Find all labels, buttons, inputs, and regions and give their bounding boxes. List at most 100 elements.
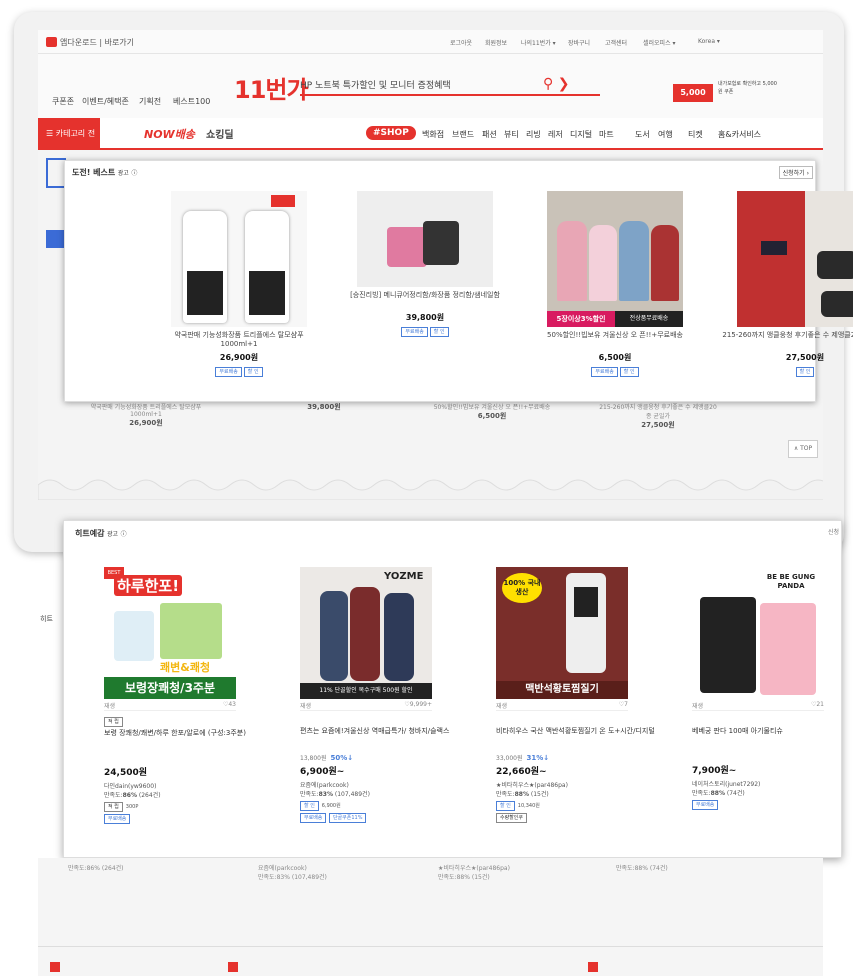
product-price: 26,900원 (219, 353, 259, 362)
controller-display (574, 587, 598, 617)
logout-link[interactable]: 로그아웃 (450, 38, 472, 47)
like-count[interactable]: ♡7 (619, 701, 628, 710)
nav-item[interactable]: 마트 (599, 129, 614, 140)
product-name[interactable]: 약국판매 기능성화장품 트리플에스 탈모샴푸1000ml+1 (159, 331, 319, 349)
coupon-badge[interactable]: 5,000 (673, 84, 713, 102)
seller-name[interactable]: 다인dain(yw9600) (104, 783, 156, 790)
now-delivery-link[interactable]: NOW배송 (144, 126, 195, 142)
free-shipping-tag: 무료배송 (591, 367, 618, 377)
product-name[interactable]: 비타히우스 국산 맥반석황토찜질기 온 도+시간/디지털 (496, 727, 656, 745)
product-name[interactable]: [승진리빙] 메니큐어정리함/화장품 정리함/샘네일함 (345, 291, 505, 309)
nav-item[interactable]: 레저 (548, 129, 563, 140)
nav-item[interactable]: 백화점 (422, 129, 444, 140)
product-card[interactable]: YOZME 11% 단골할인 복수구매 500원 할인 재생 ♡9,999+ 편츠… (300, 567, 460, 823)
info-icon[interactable]: ⓘ (121, 531, 127, 538)
product-name[interactable]: 보령 장쾌청/쾌변/하루 한포/알로에 (구성:3주분) (104, 729, 264, 747)
search-icon[interactable]: ⚲ ❯ (543, 76, 569, 92)
product-image[interactable]: BEST 하루한포! 쾌변&쾌청 보령장쾌청/3주분 (104, 567, 236, 699)
nav-item[interactable]: 뷰티 (504, 129, 519, 140)
nav-item[interactable]: 티켓 (688, 129, 703, 140)
original-price: 13,800원 (300, 755, 327, 762)
like-count[interactable]: ♡21 (811, 701, 824, 710)
view-label: 재생 (104, 703, 116, 710)
quick-best100[interactable]: 베스트100 (173, 96, 210, 107)
cart-link[interactable]: 장바구니 (568, 38, 590, 47)
divider (38, 946, 823, 947)
category-all-button[interactable]: ☰ 카테고리 전체 (38, 118, 100, 170)
info-icon[interactable]: ⓘ (131, 170, 137, 177)
red-marker-icon (228, 962, 238, 972)
satisfaction-value: 88% (710, 790, 725, 797)
review-count: (74건) (726, 790, 745, 797)
quick-plan[interactable]: 기획전 (139, 96, 161, 107)
cs-link[interactable]: 고객센터 (605, 38, 627, 47)
seller-name[interactable]: ★비타히우스★(par486pa) (496, 782, 568, 789)
nav-item[interactable]: 패션 (482, 129, 497, 140)
ghost-satisfaction: 86% (86, 865, 100, 872)
ghost-satisfaction: 88% (634, 865, 648, 872)
product-name[interactable]: 215-260까지 앵클웅청 후기좋은 수 제앵클20종 균일가 (720, 331, 853, 349)
view-label: 재생 (496, 703, 508, 710)
product-name[interactable]: 편츠는 요즘에!겨울신상 역매급특가/ 청바지/슬랙스 (300, 727, 460, 745)
pack-shape (760, 603, 816, 695)
hit-title: 히트예감 광고 ⓘ (75, 528, 127, 539)
discount-tag: 할 인 (300, 801, 319, 811)
brand-logo[interactable]: 11번가 (234, 70, 309, 105)
product-card[interactable]: BE BE GUNG PANDA 재생 ♡21 베베궁 판다 100매 아기물티슈… (692, 567, 852, 810)
shop-tag-link[interactable]: #SHOP (366, 126, 416, 140)
product-image[interactable]: BE BE GUNG PANDA (692, 567, 824, 699)
language-select[interactable]: Korea ▾ (698, 38, 720, 45)
app-download-link[interactable]: 앱다운로드 | 바로가기 (60, 37, 134, 48)
quick-event[interactable]: 이벤트/혜택존 (82, 96, 129, 107)
bag-shape (761, 241, 787, 255)
product-card[interactable]: 약국판매 기능성화장품 트리플에스 탈모샴푸1000ml+1 26,900원 무… (159, 191, 319, 377)
original-price: 33,000원 (496, 755, 523, 762)
product-image[interactable]: 5장이상3%할인 전상품무료배송 (547, 191, 683, 327)
hit-title-text: 히트예감 (75, 529, 105, 538)
top-button[interactable]: ∧ TOP (788, 440, 818, 458)
product-image[interactable] (171, 191, 307, 327)
shocking-deal-link[interactable]: 쇼킹딜 (206, 126, 234, 141)
seller-name[interactable]: 네이처스토리(junet7292) (692, 781, 760, 788)
product-card[interactable]: [승진리빙] 메니큐어정리함/화장품 정리함/샘네일함 39,800원 무료배송… (345, 191, 505, 337)
ghost-item-price: 27,500원 (641, 421, 675, 429)
nav-item[interactable]: 여행 (658, 129, 673, 140)
nav-item[interactable]: 디지털 (570, 129, 592, 140)
nav-item[interactable]: 도서 (635, 129, 650, 140)
product-price: 24,500원 (104, 768, 148, 778)
free-shipping-tag: 무료배송 (401, 327, 428, 337)
product-card[interactable]: 215-260까지 앵클웅청 후기좋은 수 제앵클20종 균일가 27,500원… (720, 191, 853, 377)
product-card[interactable]: 100% 국내생산 맥반석황토찜질기 재생 ♡7 비타히우스 국산 맥반석황토찜질… (496, 567, 656, 823)
product-card[interactable]: BEST 하루한포! 쾌변&쾌청 보령장쾌청/3주분 재생 ♡43 적 립 보령 … (104, 567, 264, 824)
nav-item[interactable]: 리빙 (526, 129, 541, 140)
main-nav: ☰ 카테고리 전체 NOW배송 쇼킹딜 #SHOP 백화점 브랜드 패션 뷰티 … (38, 118, 823, 170)
product-image[interactable]: YOZME 11% 단골할인 복수구매 500원 할인 (300, 567, 432, 699)
discount-tag: 할 인 (243, 367, 263, 377)
seller-name[interactable]: 요즘에(parkcook) (300, 782, 349, 789)
satisfaction-value: 83% (318, 791, 333, 798)
nav-item[interactable]: 홈&카서비스 (718, 129, 761, 140)
member-info-link[interactable]: 회원정보 (485, 38, 507, 47)
product-name[interactable]: 베베궁 판다 100매 아기물티슈 (692, 727, 852, 745)
nav-item[interactable]: 브랜드 (452, 129, 474, 140)
product-image[interactable] (357, 191, 493, 287)
kid-figure (651, 225, 679, 301)
apply-link[interactable]: 신청 (828, 527, 839, 536)
quick-coupon[interactable]: 쿠폰존 (52, 96, 74, 107)
product-image[interactable]: 100% 국내생산 맥반석황토찜질기 (496, 567, 628, 699)
seller-office-link[interactable]: 셀러오피스 ▾ (643, 38, 676, 47)
ghost-item: 215-260까지 앵클웅청 후기좋은 수 제앵클20종 균일가 27,500원 (598, 402, 718, 430)
product-name[interactable]: 50%할인!!빕보유 겨울신상 오 픈!!+무료배송 (535, 331, 695, 349)
apply-button[interactable]: 신청하기 › (778, 166, 813, 179)
product-card[interactable]: 5장이상3%할인 전상품무료배송 50%할인!!빕보유 겨울신상 오 픈!!+무… (535, 191, 695, 377)
boot-shape (821, 291, 853, 317)
discount-tag: 할 인 (429, 327, 449, 337)
my11-link[interactable]: 나의11번가 ▾ (521, 38, 556, 47)
view-label: 재생 (692, 703, 704, 710)
like-count[interactable]: ♡43 (223, 701, 236, 710)
product-image[interactable] (737, 191, 853, 327)
like-count[interactable]: ♡9,999+ (404, 701, 432, 710)
promo-text[interactable]: HP 노트북 특가할인 및 모니터 증정혜택 (300, 78, 451, 91)
product-price: 6,900원~ (300, 767, 345, 777)
box-shape (160, 603, 222, 659)
